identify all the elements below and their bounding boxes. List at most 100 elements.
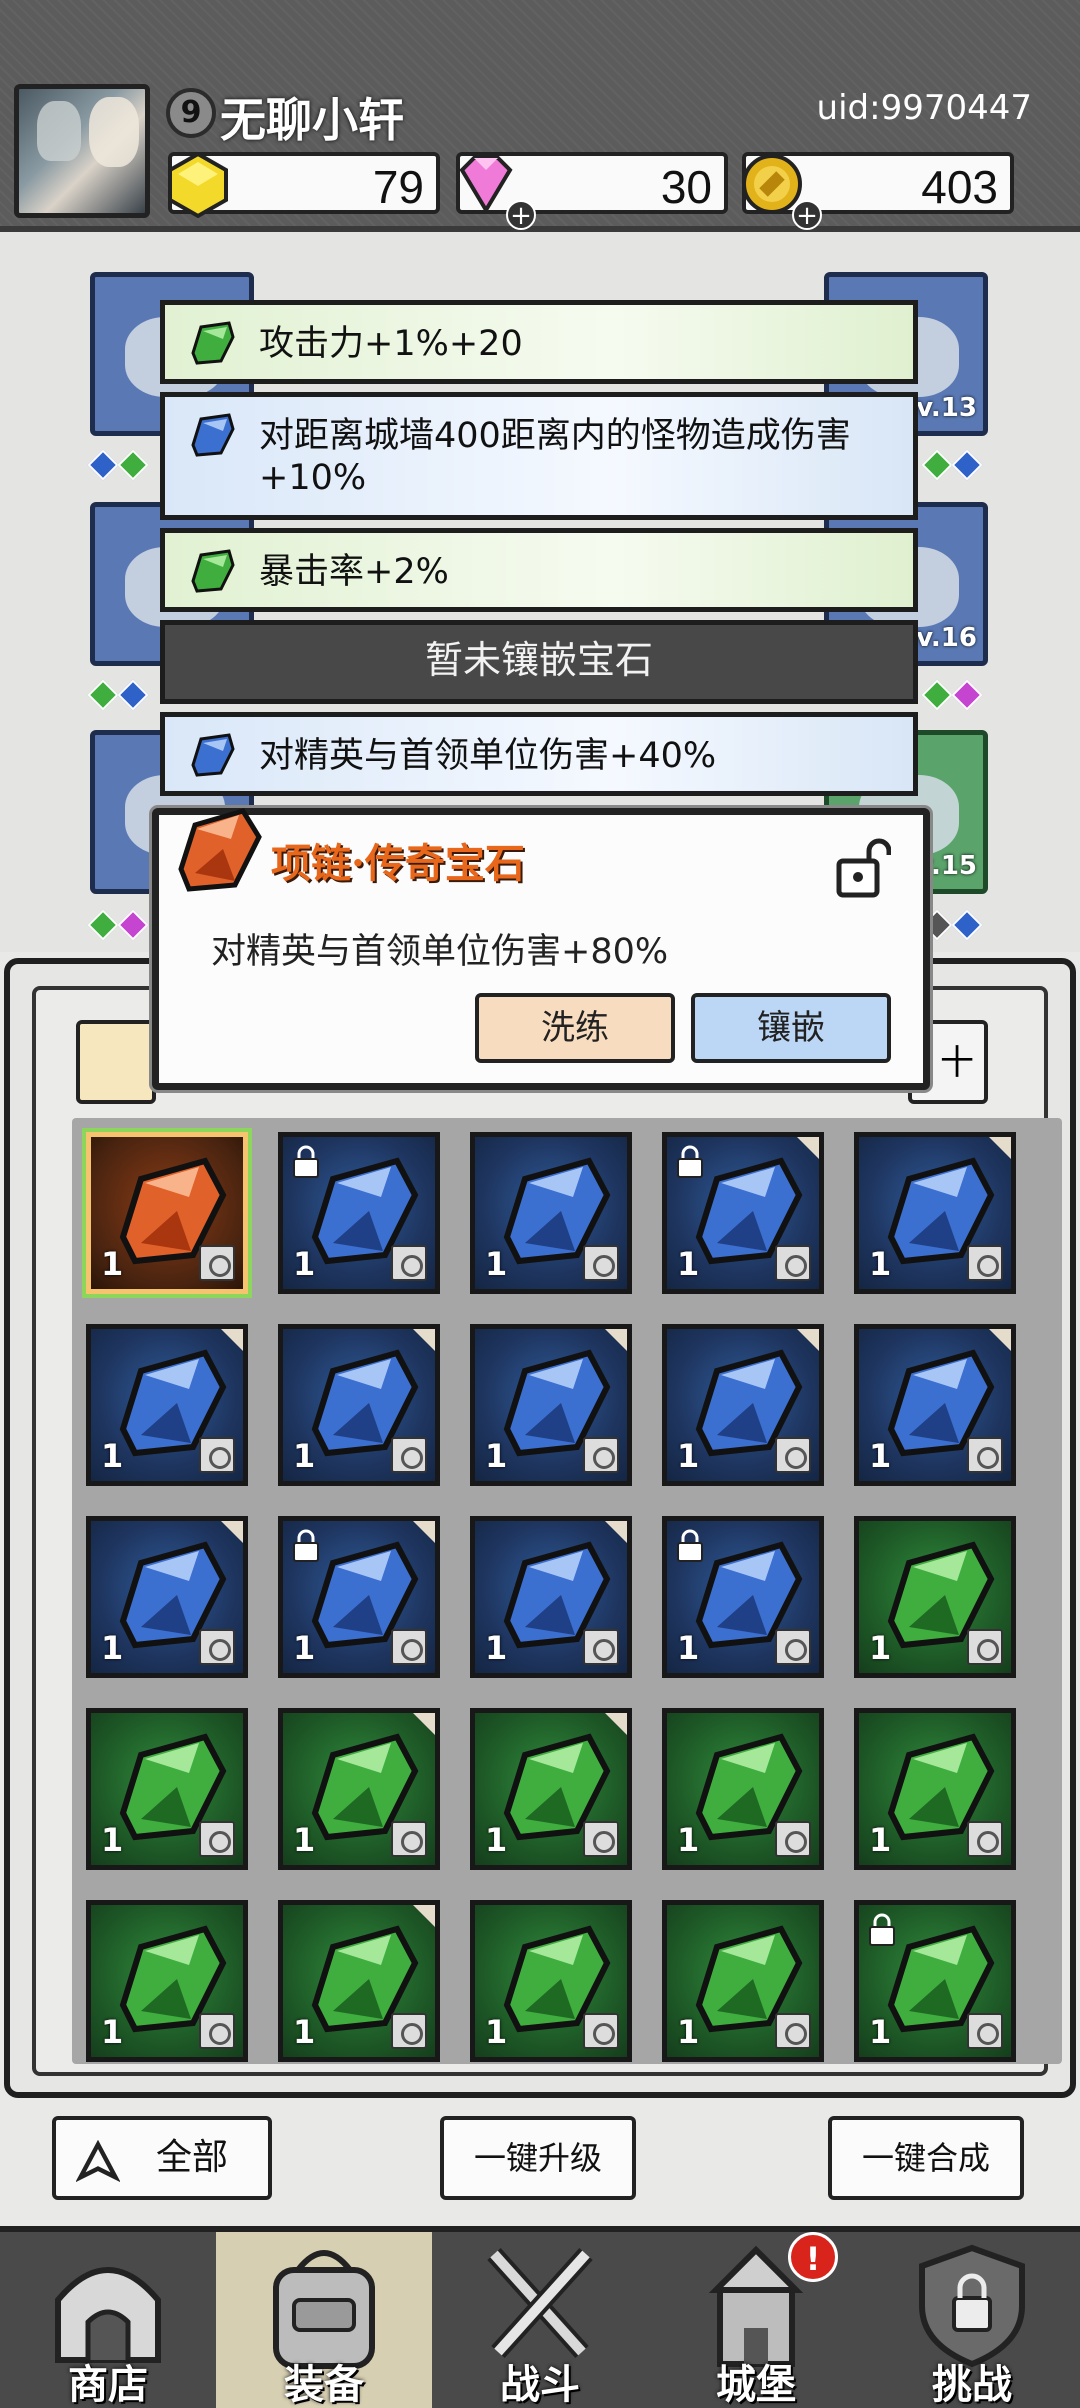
nav-shop[interactable]: 商店: [0, 2232, 216, 2408]
equipment-type-icon: [967, 1821, 1003, 1857]
nav-label: 战斗: [500, 2362, 580, 2408]
gem-inventory-cell[interactable]: 1: [86, 1324, 248, 1486]
gem-inventory-cell[interactable]: 1: [662, 1708, 824, 1870]
gem-inventory-cell[interactable]: 1: [470, 1708, 632, 1870]
gold-cube-icon: [168, 151, 228, 219]
gem-inventory-cell[interactable]: 1: [854, 1900, 1016, 2062]
gem-count: 1: [869, 1629, 892, 1667]
gem-count: 1: [293, 1437, 316, 1475]
slot-gem-dots: [87, 449, 149, 482]
gem-stat-row[interactable]: 暴击率+2%: [160, 528, 918, 612]
inlay-button[interactable]: 镶嵌: [691, 993, 891, 1063]
username: 无聊小轩: [220, 93, 404, 147]
nav-battle[interactable]: 战斗: [432, 2232, 648, 2408]
gem-inventory-cell[interactable]: 1: [854, 1708, 1016, 1870]
gem-count: 1: [869, 1245, 892, 1283]
gem-inventory-cell[interactable]: 1: [278, 1708, 440, 1870]
gem-inventory-cell[interactable]: 1: [470, 1900, 632, 2062]
new-corner-marker: [605, 1329, 627, 1351]
lock-icon: [293, 1145, 319, 1178]
gem-count: 1: [485, 1245, 508, 1283]
equipment-type-icon: [391, 1821, 427, 1857]
new-corner-marker: [605, 1713, 627, 1735]
gem-inventory-cell[interactable]: 1: [86, 1516, 248, 1678]
gem-stat-row[interactable]: 对精英与首领单位伤害+40%: [160, 712, 918, 796]
gem-stat-row[interactable]: 对距离城墙400距离内的怪物造成伤害+10%: [160, 392, 918, 520]
new-corner-marker: [413, 1521, 435, 1543]
gem-inventory-cell[interactable]: 1: [662, 1516, 824, 1678]
equipment-type-icon: [199, 1629, 235, 1665]
gem-inventory-cell[interactable]: 1: [278, 1516, 440, 1678]
new-corner-marker: [797, 1329, 819, 1351]
gem-inventory-cell[interactable]: 1: [854, 1324, 1016, 1486]
equipment-type-icon: [775, 1437, 811, 1473]
backpack-icon: [273, 2250, 375, 2369]
one-click-merge-button[interactable]: 一键合成: [828, 2116, 1024, 2200]
gem-count: 1: [677, 1821, 700, 1859]
slot-gem-dots: [87, 679, 149, 712]
gem-stat-row-empty[interactable]: 暂未镶嵌宝石: [160, 620, 918, 704]
nav-castle[interactable]: ! 城堡: [648, 2232, 864, 2408]
gem-inventory-cell[interactable]: 1: [86, 1132, 248, 1294]
slot-gem-dots: [87, 909, 149, 942]
refine-button[interactable]: 洗练: [475, 993, 675, 1063]
gem-inventory-cell[interactable]: 1: [854, 1516, 1016, 1678]
blue-gem-icon: [191, 413, 235, 457]
nav-challenge[interactable]: 挑战: [864, 2232, 1080, 2408]
gem-inventory-cell[interactable]: 1: [278, 1132, 440, 1294]
gem-inventory-cell[interactable]: 1: [470, 1324, 632, 1486]
green-gem-icon: [191, 321, 235, 365]
gem-stat-row[interactable]: 攻击力+1%+20: [160, 300, 918, 384]
gem-inventory-cell[interactable]: 1: [86, 1900, 248, 2062]
equipment-type-icon: [967, 1629, 1003, 1665]
unlock-icon[interactable]: [835, 837, 891, 899]
gem-count: 1: [101, 2013, 124, 2051]
gem-inventory-cell[interactable]: 1: [470, 1132, 632, 1294]
gem-inventory-cell[interactable]: 1: [662, 1132, 824, 1294]
new-corner-marker: [221, 1329, 243, 1351]
add-coin-icon[interactable]: +: [792, 200, 822, 230]
add-diamond-icon[interactable]: +: [506, 200, 536, 230]
gem-count: 1: [485, 2013, 508, 2051]
gem-count: 1: [485, 1629, 508, 1667]
avatar[interactable]: [14, 84, 150, 218]
shop-icon: [55, 2267, 161, 2363]
nav-equipment[interactable]: 装备: [216, 2232, 432, 2408]
diamond-resource[interactable]: + 30: [456, 152, 728, 230]
filter-button[interactable]: [76, 1020, 156, 1104]
equipment-type-icon: [775, 1821, 811, 1857]
one-click-upgrade-button[interactable]: 一键升级: [440, 2116, 636, 2200]
panel-inner: 十 1111111111111111111111111: [32, 986, 1062, 2076]
gem-count: 1: [869, 1821, 892, 1859]
diamond-value: 30: [660, 161, 712, 213]
gem-stat-text: 攻击力+1%+20: [259, 324, 523, 364]
lock-icon: [677, 1529, 703, 1562]
gem-inventory-cell[interactable]: 1: [854, 1132, 1016, 1294]
coin-resource[interactable]: + 403: [742, 152, 1014, 230]
shield-lock-icon: [919, 2244, 1025, 2368]
gem-count: 1: [293, 1245, 316, 1283]
bottom-navigation: 商店 装备 战斗 ! 城堡 挑战: [0, 2226, 1080, 2408]
top-bar: 9 无聊小轩 uid:9970447 79 + 30 + 403: [0, 0, 1080, 232]
gem-inventory-cell[interactable]: 1: [278, 1900, 440, 2062]
gem-detail-popup: 项链·传奇宝石 对精英与首领单位伤害+80% 洗练 镶嵌: [152, 808, 930, 1090]
gold-cube-value: 79: [372, 161, 424, 213]
gem-stat-text: 对距离城墙400距离内的怪物造成伤害+10%: [259, 416, 851, 498]
new-corner-marker: [413, 1329, 435, 1351]
gem-inventory-cell[interactable]: 1: [86, 1708, 248, 1870]
lock-icon: [869, 1913, 895, 1946]
gem-inventory-cell[interactable]: 1: [470, 1516, 632, 1678]
nav-label: 装备: [284, 2362, 364, 2408]
gem-inventory-cell[interactable]: 1: [662, 1900, 824, 2062]
all-filter-button[interactable]: 全部: [52, 2116, 272, 2200]
gem-inventory-cell[interactable]: 1: [278, 1324, 440, 1486]
green-gem-icon: [191, 549, 235, 593]
gem-inventory-cell[interactable]: 1: [662, 1324, 824, 1486]
equipment-type-icon: [391, 2013, 427, 2049]
equipment-type-icon: [775, 2013, 811, 2049]
new-corner-marker: [605, 1521, 627, 1543]
equipment-type-icon: [391, 1437, 427, 1473]
new-corner-marker: [989, 1329, 1011, 1351]
new-corner-marker: [989, 1137, 1011, 1159]
gem-stat-text: 对精英与首领单位伤害+40%: [259, 736, 717, 776]
